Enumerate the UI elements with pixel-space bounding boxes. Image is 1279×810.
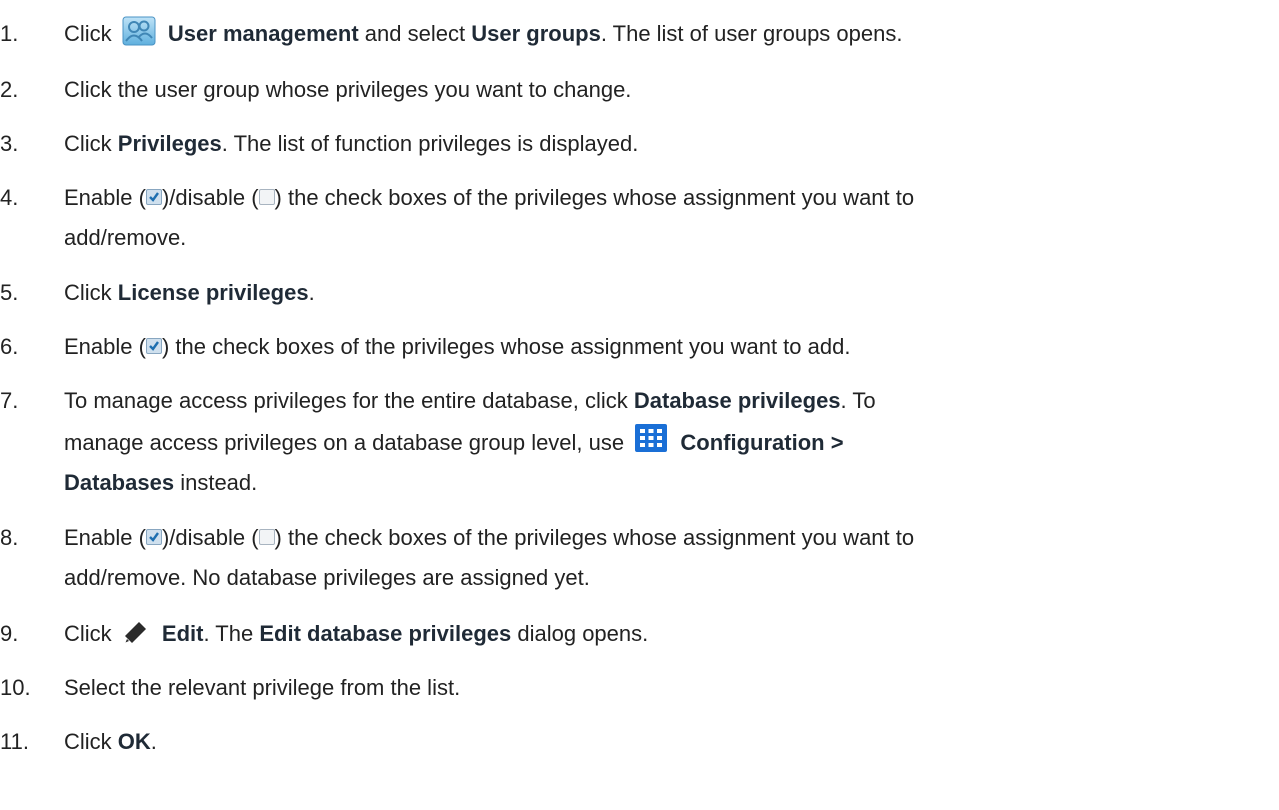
checkbox-unchecked-icon — [258, 529, 275, 546]
step-number: 2. — [0, 77, 19, 102]
checkbox-checked-icon — [145, 529, 162, 546]
edit-label: Edit — [161, 621, 204, 646]
checkbox-unchecked-icon — [258, 189, 275, 206]
databases-label: Databases — [64, 470, 175, 495]
step-number: 7. — [0, 388, 19, 413]
grid-icon — [634, 423, 668, 453]
privileges-label: Privileges — [117, 131, 222, 156]
license-privileges-label: License privileges — [117, 280, 309, 305]
configuration-label: Configuration > — [680, 430, 844, 455]
step-number: 8. — [0, 525, 19, 550]
step-text: Click OK. — [64, 729, 157, 754]
users-icon — [122, 16, 156, 46]
step-number: 6. — [0, 334, 19, 359]
step-text: Click User management and select User gr… — [64, 14, 1239, 54]
step-text: Enable ()/disable () the check boxes of … — [64, 525, 915, 550]
step-number: 3. — [0, 131, 19, 156]
step-number: 5. — [0, 280, 19, 305]
database-privileges-label: Database privileges — [633, 388, 841, 413]
step-text: Click License privileges. — [64, 280, 315, 305]
step-text: Enable ()/disable () the check boxes of … — [64, 185, 915, 210]
step-number: 11. — [0, 729, 29, 754]
user-management-label: User management — [167, 21, 359, 46]
edit-database-privileges-label: Edit database privileges — [259, 621, 512, 646]
checkbox-checked-icon — [145, 189, 162, 206]
step-text: Click Edit. The Edit database privileges… — [64, 619, 649, 646]
ok-label: OK — [117, 729, 151, 754]
step-text: Click Privileges. The list of function p… — [64, 131, 639, 156]
step-text: Click the user group whose privileges yo… — [64, 77, 632, 102]
step-number: 1. — [0, 21, 19, 46]
pencil-icon — [122, 619, 148, 645]
user-groups-label: User groups — [471, 21, 601, 46]
step-text: Enable () the check boxes of the privile… — [64, 334, 851, 359]
step-number: 10. — [0, 675, 31, 700]
step-number: 4. — [0, 185, 19, 210]
checkbox-checked-icon — [145, 338, 162, 355]
step-text: To manage access privileges for the enti… — [64, 388, 876, 413]
step-number: 9. — [0, 621, 19, 646]
step-text: Select the relevant privilege from the l… — [64, 675, 461, 700]
